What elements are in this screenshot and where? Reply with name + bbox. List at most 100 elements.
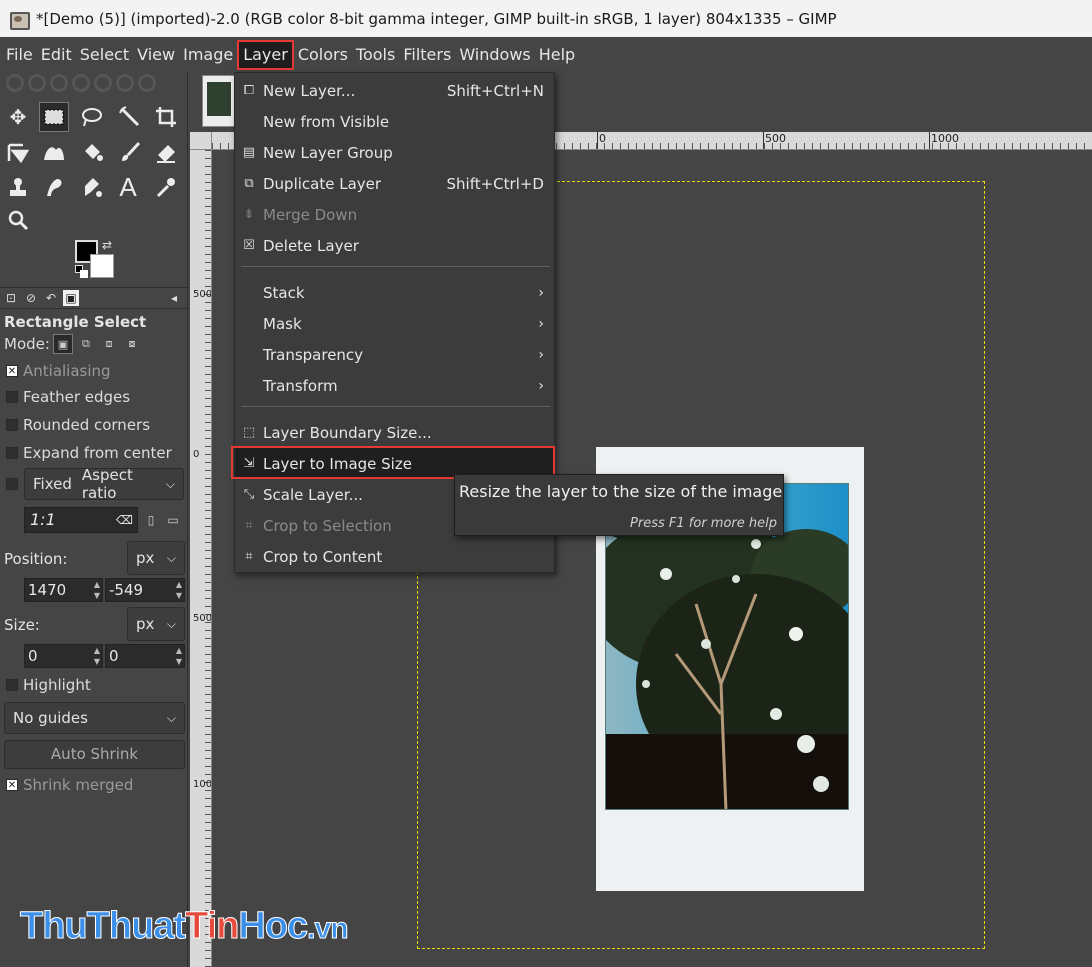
menu-select[interactable]: Select xyxy=(76,40,133,70)
menu-filters[interactable]: Filters xyxy=(399,40,455,70)
spin-arrows-icon[interactable]: ▲ ▼ xyxy=(176,579,182,601)
ruler-label: 500 xyxy=(765,132,786,145)
menu-item-new-layer-group[interactable]: ▤ New Layer Group xyxy=(235,137,554,168)
paths-tool-icon[interactable] xyxy=(77,172,107,202)
spin-arrows-icon[interactable]: ▲ ▼ xyxy=(94,579,100,601)
mode-subtract-icon[interactable]: ⧈ xyxy=(99,334,119,354)
mode-intersect-icon[interactable]: ⧇ xyxy=(122,334,142,354)
antialiasing-option[interactable]: ✕ Antialiasing xyxy=(6,362,111,380)
bucket-fill-tool-icon[interactable] xyxy=(77,137,107,167)
highlight-checkbox[interactable] xyxy=(6,679,18,691)
menu-help[interactable]: Help xyxy=(535,40,579,70)
menu-windows[interactable]: Windows xyxy=(455,40,534,70)
spin-arrows-icon[interactable]: ▲ ▼ xyxy=(176,645,182,667)
eraser-glyph xyxy=(157,145,175,163)
size-width-input[interactable]: 0 ▲ ▼ xyxy=(24,644,103,668)
ruler-ticks xyxy=(205,150,211,967)
guides-dropdown[interactable]: No guides ⌵ xyxy=(4,702,185,734)
ruler-label: 0 xyxy=(193,449,200,460)
rect-select-tool-icon[interactable] xyxy=(39,102,69,132)
zoom-tool-icon[interactable] xyxy=(3,205,33,235)
warp-glyph xyxy=(44,147,64,160)
free-select-tool-icon[interactable] xyxy=(77,102,107,132)
spin-arrows-icon[interactable]: ▲ ▼ xyxy=(94,645,100,667)
position-x-value: 1470 xyxy=(28,581,67,599)
expand-from-center-option[interactable]: Expand from center xyxy=(6,444,172,462)
fuzzy-select-tool-icon[interactable] xyxy=(115,102,145,132)
auto-shrink-button[interactable]: Auto Shrink xyxy=(4,740,185,769)
swap-colors-icon[interactable]: ⇄ xyxy=(102,238,112,252)
device-status-tab-icon[interactable]: ⊘ xyxy=(23,290,39,306)
ruler-corner[interactable] xyxy=(190,132,212,150)
menu-view[interactable]: View xyxy=(133,40,179,70)
menu-item-duplicate-layer[interactable]: ⧉ Duplicate Layer Shift+Ctrl+D xyxy=(235,168,554,199)
antialiasing-checkbox[interactable]: ✕ xyxy=(6,365,18,377)
rounded-corners-option[interactable]: Rounded corners xyxy=(6,416,150,434)
menu-item-new-layer[interactable]: ⧠ New Layer... Shift+Ctrl+N xyxy=(235,75,554,106)
vertical-ruler[interactable]: 500 0 500 1000 xyxy=(190,150,212,967)
menu-item-stack[interactable]: Stack › xyxy=(235,277,554,308)
size-height-input[interactable]: 0 ▲ ▼ xyxy=(105,644,185,668)
images-tab-icon[interactable]: ▣ xyxy=(63,290,79,306)
menu-item-transform[interactable]: Transform › xyxy=(235,370,554,401)
smudge-tool-icon[interactable] xyxy=(39,172,69,202)
fixed-checkbox[interactable] xyxy=(6,478,18,490)
position-x-input[interactable]: 1470 ▲ ▼ xyxy=(24,578,103,602)
menu-item-crop-to-content[interactable]: ⌗ Crop to Content xyxy=(235,541,554,572)
merge-down-icon: ⇟ xyxy=(243,207,255,222)
paintbrush-tool-icon[interactable] xyxy=(115,137,145,167)
menu-item-new-from-visible[interactable]: New from Visible xyxy=(235,106,554,137)
menu-separator xyxy=(241,266,550,267)
menu-edit[interactable]: Edit xyxy=(37,40,76,70)
feather-edges-option[interactable]: Feather edges xyxy=(6,388,130,406)
transform-tool-icon[interactable] xyxy=(3,137,33,167)
highlight-option[interactable]: Highlight xyxy=(6,676,91,694)
eraser-tool-icon[interactable] xyxy=(151,137,181,167)
menu-item-mask[interactable]: Mask › xyxy=(235,308,554,339)
menu-item-layer-boundary-size[interactable]: ⬚ Layer Boundary Size... xyxy=(235,417,554,448)
menu-file[interactable]: File xyxy=(2,40,37,70)
color-picker-tool-icon[interactable] xyxy=(151,172,181,202)
menu-image[interactable]: Image xyxy=(179,40,237,70)
menu-item-transparency[interactable]: Transparency › xyxy=(235,339,554,370)
background-color-swatch[interactable] xyxy=(90,254,114,278)
shrink-merged-checkbox[interactable]: ✕ xyxy=(6,779,18,791)
landscape-icon[interactable]: ▭ xyxy=(165,512,181,528)
tool-options-tab-icon[interactable]: ⊡ xyxy=(3,290,19,306)
menu-layer[interactable]: Layer xyxy=(237,39,294,70)
crop-tool-icon[interactable] xyxy=(151,102,181,132)
position-unit-dropdown[interactable]: px ⌵ xyxy=(127,541,185,575)
move-tool-icon[interactable]: ✥ xyxy=(3,102,33,132)
menu-item-merge-down[interactable]: ⇟ Merge Down xyxy=(235,199,554,230)
mode-replace-icon[interactable]: ▣ xyxy=(52,334,73,354)
wilber-decoration xyxy=(6,74,181,96)
paths-glyph xyxy=(85,178,102,197)
chevron-down-icon: ⌵ xyxy=(166,550,176,565)
clear-icon[interactable]: ⌫ xyxy=(116,508,133,532)
menu-colors[interactable]: Colors xyxy=(294,40,352,70)
new-layer-icon: ⧠ xyxy=(243,83,255,98)
position-y-input[interactable]: -549 ▲ ▼ xyxy=(105,578,185,602)
smudge-glyph xyxy=(47,179,62,196)
image-tab-thumbnail[interactable] xyxy=(202,75,236,127)
warp-tool-icon[interactable] xyxy=(39,137,69,167)
aspect-ratio-value: 1:1 xyxy=(30,510,56,529)
clone-tool-icon[interactable] xyxy=(3,172,33,202)
menu-tools[interactable]: Tools xyxy=(352,40,399,70)
aspect-ratio-field[interactable]: 1:1 ⌫ xyxy=(24,507,138,533)
size-unit-dropdown[interactable]: px ⌵ xyxy=(127,607,185,641)
expand-from-center-checkbox[interactable] xyxy=(6,447,18,459)
fixed-mode-dropdown[interactable]: Fixed Aspect ratio ⌵ xyxy=(24,466,184,502)
feather-edges-label: Feather edges xyxy=(23,388,131,406)
rounded-corners-checkbox[interactable] xyxy=(6,419,18,431)
undo-history-tab-icon[interactable]: ↶ xyxy=(43,290,59,306)
menu-item-delete-layer[interactable]: ☒ Delete Layer xyxy=(235,230,554,261)
watermark-logo: ThuThuatTinHoc.vn xyxy=(20,905,350,948)
text-tool-icon[interactable]: A xyxy=(113,172,143,202)
portrait-icon[interactable]: ▯ xyxy=(143,512,159,528)
shrink-merged-option[interactable]: ✕ Shrink merged xyxy=(6,776,133,794)
brush-glyph xyxy=(122,141,141,161)
mode-add-icon[interactable]: ⧉ xyxy=(76,334,96,354)
feather-edges-checkbox[interactable] xyxy=(6,391,18,403)
tab-menu-icon[interactable]: ◂ xyxy=(166,290,182,306)
